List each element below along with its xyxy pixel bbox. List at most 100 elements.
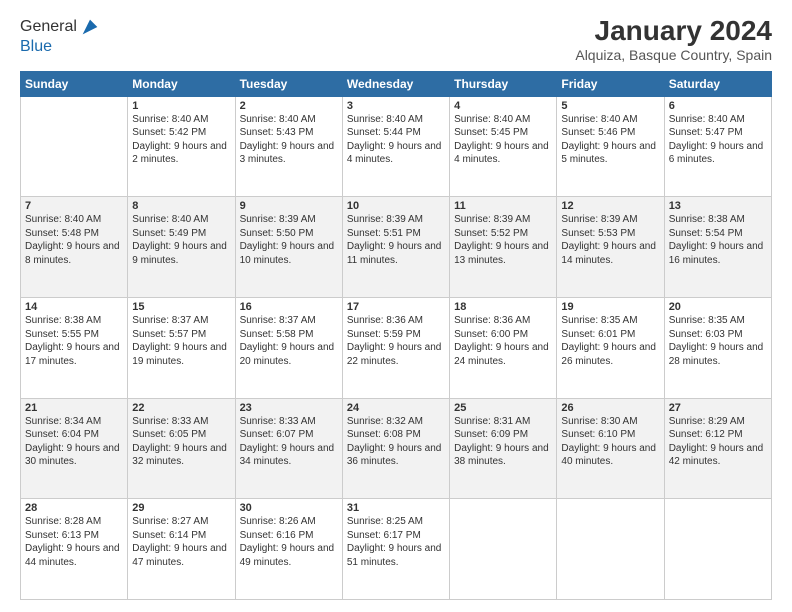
day-info: Sunrise: 8:36 AMSunset: 5:59 PMDaylight:… <box>347 315 442 367</box>
logo-general-text: General <box>20 18 77 36</box>
day-number: 29 <box>132 502 230 514</box>
day-number: 4 <box>454 100 552 112</box>
calendar-cell <box>21 96 128 197</box>
day-number: 20 <box>669 301 767 313</box>
calendar-cell: 30 Sunrise: 8:26 AMSunset: 6:16 PMDaylig… <box>235 499 342 600</box>
day-info: Sunrise: 8:37 AMSunset: 5:58 PMDaylight:… <box>240 315 335 367</box>
calendar-cell: 6 Sunrise: 8:40 AMSunset: 5:47 PMDayligh… <box>664 96 771 197</box>
calendar-week-row-4: 21 Sunrise: 8:34 AMSunset: 6:04 PMDaylig… <box>21 398 772 499</box>
logo-blue-text: Blue <box>20 38 52 55</box>
calendar-cell: 17 Sunrise: 8:36 AMSunset: 5:59 PMDaylig… <box>342 298 449 399</box>
day-number: 25 <box>454 402 552 414</box>
day-info: Sunrise: 8:28 AMSunset: 6:13 PMDaylight:… <box>25 516 120 568</box>
calendar-week-row-3: 14 Sunrise: 8:38 AMSunset: 5:55 PMDaylig… <box>21 298 772 399</box>
day-info: Sunrise: 8:40 AMSunset: 5:49 PMDaylight:… <box>132 214 227 266</box>
col-saturday: Saturday <box>664 71 771 96</box>
calendar-cell: 10 Sunrise: 8:39 AMSunset: 5:51 PMDaylig… <box>342 197 449 298</box>
day-number: 30 <box>240 502 338 514</box>
day-number: 5 <box>561 100 659 112</box>
day-info: Sunrise: 8:40 AMSunset: 5:44 PMDaylight:… <box>347 114 442 166</box>
day-info: Sunrise: 8:34 AMSunset: 6:04 PMDaylight:… <box>25 416 120 468</box>
page: General Blue January 2024 Alquiza, Basqu… <box>0 0 792 612</box>
day-number: 15 <box>132 301 230 313</box>
day-info: Sunrise: 8:27 AMSunset: 6:14 PMDaylight:… <box>132 516 227 568</box>
col-friday: Friday <box>557 71 664 96</box>
calendar-cell: 11 Sunrise: 8:39 AMSunset: 5:52 PMDaylig… <box>450 197 557 298</box>
calendar-cell: 29 Sunrise: 8:27 AMSunset: 6:14 PMDaylig… <box>128 499 235 600</box>
day-info: Sunrise: 8:29 AMSunset: 6:12 PMDaylight:… <box>669 416 764 468</box>
day-number: 7 <box>25 200 123 212</box>
header: General Blue January 2024 Alquiza, Basqu… <box>20 16 772 63</box>
calendar-cell: 18 Sunrise: 8:36 AMSunset: 6:00 PMDaylig… <box>450 298 557 399</box>
calendar-week-row-1: 1 Sunrise: 8:40 AMSunset: 5:42 PMDayligh… <box>21 96 772 197</box>
calendar-cell: 26 Sunrise: 8:30 AMSunset: 6:10 PMDaylig… <box>557 398 664 499</box>
calendar-cell: 7 Sunrise: 8:40 AMSunset: 5:48 PMDayligh… <box>21 197 128 298</box>
col-monday: Monday <box>128 71 235 96</box>
calendar-cell: 19 Sunrise: 8:35 AMSunset: 6:01 PMDaylig… <box>557 298 664 399</box>
day-info: Sunrise: 8:38 AMSunset: 5:54 PMDaylight:… <box>669 214 764 266</box>
calendar-cell: 21 Sunrise: 8:34 AMSunset: 6:04 PMDaylig… <box>21 398 128 499</box>
calendar-cell <box>450 499 557 600</box>
day-number: 11 <box>454 200 552 212</box>
day-number: 1 <box>132 100 230 112</box>
day-number: 13 <box>669 200 767 212</box>
day-number: 24 <box>347 402 445 414</box>
calendar-cell: 25 Sunrise: 8:31 AMSunset: 6:09 PMDaylig… <box>450 398 557 499</box>
calendar-cell: 5 Sunrise: 8:40 AMSunset: 5:46 PMDayligh… <box>557 96 664 197</box>
day-number: 3 <box>347 100 445 112</box>
calendar-cell: 31 Sunrise: 8:25 AMSunset: 6:17 PMDaylig… <box>342 499 449 600</box>
day-number: 18 <box>454 301 552 313</box>
logo: General Blue <box>20 16 101 56</box>
day-info: Sunrise: 8:39 AMSunset: 5:53 PMDaylight:… <box>561 214 656 266</box>
calendar-cell <box>557 499 664 600</box>
day-number: 16 <box>240 301 338 313</box>
calendar-cell: 23 Sunrise: 8:33 AMSunset: 6:07 PMDaylig… <box>235 398 342 499</box>
calendar-subtitle: Alquiza, Basque Country, Spain <box>575 47 772 63</box>
col-wednesday: Wednesday <box>342 71 449 96</box>
day-number: 21 <box>25 402 123 414</box>
day-number: 22 <box>132 402 230 414</box>
calendar-header-row: Sunday Monday Tuesday Wednesday Thursday… <box>21 71 772 96</box>
day-number: 2 <box>240 100 338 112</box>
day-number: 8 <box>132 200 230 212</box>
day-number: 12 <box>561 200 659 212</box>
day-number: 14 <box>25 301 123 313</box>
day-number: 9 <box>240 200 338 212</box>
calendar-week-row-2: 7 Sunrise: 8:40 AMSunset: 5:48 PMDayligh… <box>21 197 772 298</box>
calendar-cell: 24 Sunrise: 8:32 AMSunset: 6:08 PMDaylig… <box>342 398 449 499</box>
day-info: Sunrise: 8:35 AMSunset: 6:03 PMDaylight:… <box>669 315 764 367</box>
day-info: Sunrise: 8:40 AMSunset: 5:45 PMDaylight:… <box>454 114 549 166</box>
calendar-cell <box>664 499 771 600</box>
day-info: Sunrise: 8:35 AMSunset: 6:01 PMDaylight:… <box>561 315 656 367</box>
day-info: Sunrise: 8:40 AMSunset: 5:47 PMDaylight:… <box>669 114 764 166</box>
day-info: Sunrise: 8:25 AMSunset: 6:17 PMDaylight:… <box>347 516 442 568</box>
day-info: Sunrise: 8:40 AMSunset: 5:42 PMDaylight:… <box>132 114 227 166</box>
calendar-cell: 22 Sunrise: 8:33 AMSunset: 6:05 PMDaylig… <box>128 398 235 499</box>
day-info: Sunrise: 8:40 AMSunset: 5:48 PMDaylight:… <box>25 214 120 266</box>
col-tuesday: Tuesday <box>235 71 342 96</box>
title-block: January 2024 Alquiza, Basque Country, Sp… <box>575 16 772 63</box>
calendar-cell: 8 Sunrise: 8:40 AMSunset: 5:49 PMDayligh… <box>128 197 235 298</box>
day-info: Sunrise: 8:32 AMSunset: 6:08 PMDaylight:… <box>347 416 442 468</box>
calendar-cell: 15 Sunrise: 8:37 AMSunset: 5:57 PMDaylig… <box>128 298 235 399</box>
day-number: 6 <box>669 100 767 112</box>
day-info: Sunrise: 8:26 AMSunset: 6:16 PMDaylight:… <box>240 516 335 568</box>
calendar-cell: 4 Sunrise: 8:40 AMSunset: 5:45 PMDayligh… <box>450 96 557 197</box>
day-info: Sunrise: 8:39 AMSunset: 5:51 PMDaylight:… <box>347 214 442 266</box>
day-info: Sunrise: 8:33 AMSunset: 6:07 PMDaylight:… <box>240 416 335 468</box>
calendar-cell: 3 Sunrise: 8:40 AMSunset: 5:44 PMDayligh… <box>342 96 449 197</box>
day-number: 27 <box>669 402 767 414</box>
day-info: Sunrise: 8:33 AMSunset: 6:05 PMDaylight:… <box>132 416 227 468</box>
day-info: Sunrise: 8:40 AMSunset: 5:46 PMDaylight:… <box>561 114 656 166</box>
day-info: Sunrise: 8:38 AMSunset: 5:55 PMDaylight:… <box>25 315 120 367</box>
day-number: 19 <box>561 301 659 313</box>
day-info: Sunrise: 8:39 AMSunset: 5:50 PMDaylight:… <box>240 214 335 266</box>
calendar-cell: 13 Sunrise: 8:38 AMSunset: 5:54 PMDaylig… <box>664 197 771 298</box>
calendar-title: January 2024 <box>575 16 772 47</box>
calendar-cell: 27 Sunrise: 8:29 AMSunset: 6:12 PMDaylig… <box>664 398 771 499</box>
logo-icon <box>79 16 101 38</box>
calendar-cell: 1 Sunrise: 8:40 AMSunset: 5:42 PMDayligh… <box>128 96 235 197</box>
col-thursday: Thursday <box>450 71 557 96</box>
day-number: 17 <box>347 301 445 313</box>
day-number: 23 <box>240 402 338 414</box>
